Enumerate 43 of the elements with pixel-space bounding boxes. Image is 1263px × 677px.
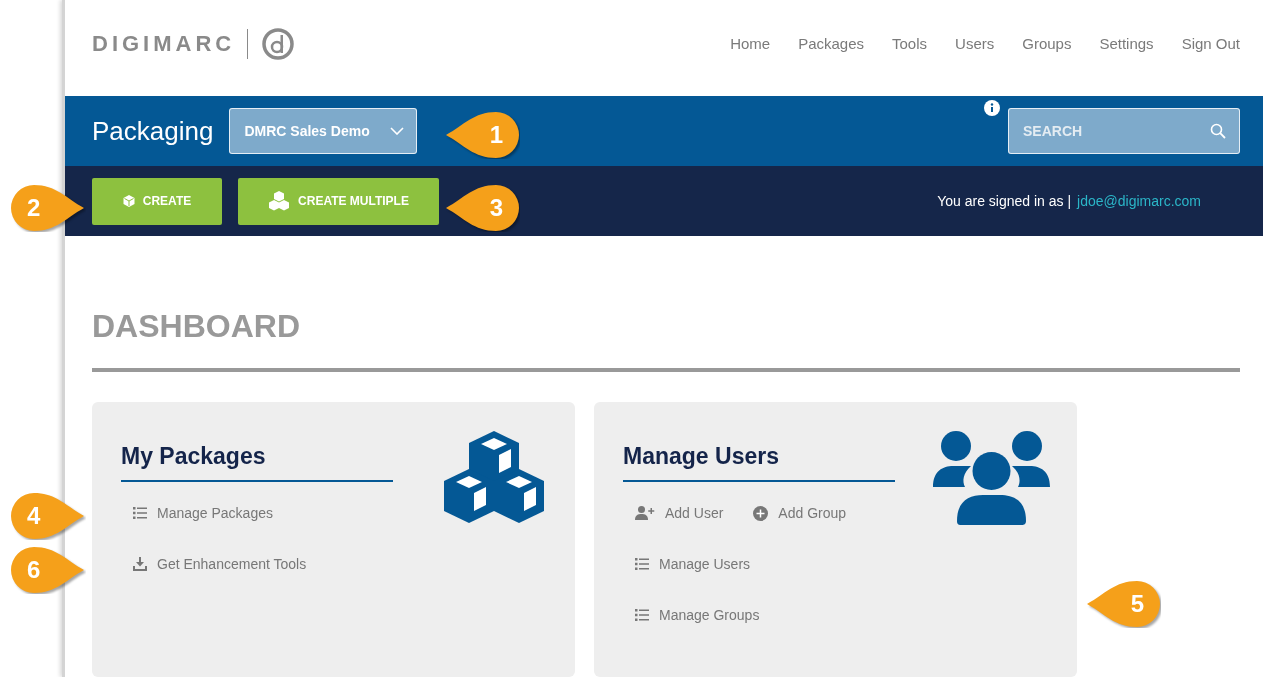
nav-link[interactable]: Settings xyxy=(1099,32,1154,56)
card-link[interactable]: Manage Packages xyxy=(133,502,273,524)
logo-icon xyxy=(260,27,297,61)
nav-link[interactable]: Users xyxy=(955,32,995,56)
card-link[interactable]: Manage Groups xyxy=(635,604,760,626)
create-multiple-button[interactable]: CREATE MULTIPLE xyxy=(238,177,439,225)
nav-link[interactable]: Sign Out xyxy=(1181,32,1240,56)
nav-link[interactable]: Home xyxy=(730,32,771,56)
account-dropdown[interactable]: DMRC Sales Demo xyxy=(229,108,418,155)
callout-badge: 5 xyxy=(1085,580,1161,628)
add-user-icon xyxy=(635,506,655,520)
cubes-icon xyxy=(441,431,547,525)
card-link[interactable]: Manage Users xyxy=(635,553,751,575)
callout-badge: 3 xyxy=(444,184,520,232)
download-icon xyxy=(133,557,147,571)
card-link[interactable]: Get Enhancement Tools xyxy=(133,553,307,575)
app-title: Packaging xyxy=(92,114,214,148)
card-title: My Packages xyxy=(121,440,393,482)
callout-badge: 6 xyxy=(10,546,86,594)
chevron-down-icon xyxy=(390,127,405,136)
nav-link[interactable]: Groups xyxy=(1022,32,1072,56)
info-icon[interactable] xyxy=(984,100,1000,117)
cube-icon xyxy=(122,195,135,208)
add-icon xyxy=(753,505,769,521)
signed-in-label: You are signed in as | xyxy=(937,191,1072,211)
search-field[interactable]: SEARCH xyxy=(1008,108,1240,155)
nav-link[interactable]: Tools xyxy=(892,32,928,56)
card-link[interactable]: Add User xyxy=(635,502,724,524)
dashboard-title: DASHBOARD xyxy=(92,307,301,346)
users-icon xyxy=(933,431,1050,525)
list-icon xyxy=(635,558,649,570)
callout-badge: 4 xyxy=(10,492,86,540)
list-icon xyxy=(635,609,649,621)
callout-badge: 2 xyxy=(10,184,86,232)
card-link[interactable]: Add Group xyxy=(753,502,847,524)
list-icon xyxy=(133,507,147,519)
logo-wordmark: DIGIMARC xyxy=(92,30,236,59)
user-email-link[interactable]: jdoe@digimarc.com xyxy=(1077,190,1201,212)
nav-link[interactable]: Packages xyxy=(798,32,864,56)
cubes-icon xyxy=(268,191,291,212)
create-button[interactable]: CREATE xyxy=(92,177,222,225)
callout-badge: 1 xyxy=(444,111,520,159)
card-title: Manage Users xyxy=(623,440,895,482)
